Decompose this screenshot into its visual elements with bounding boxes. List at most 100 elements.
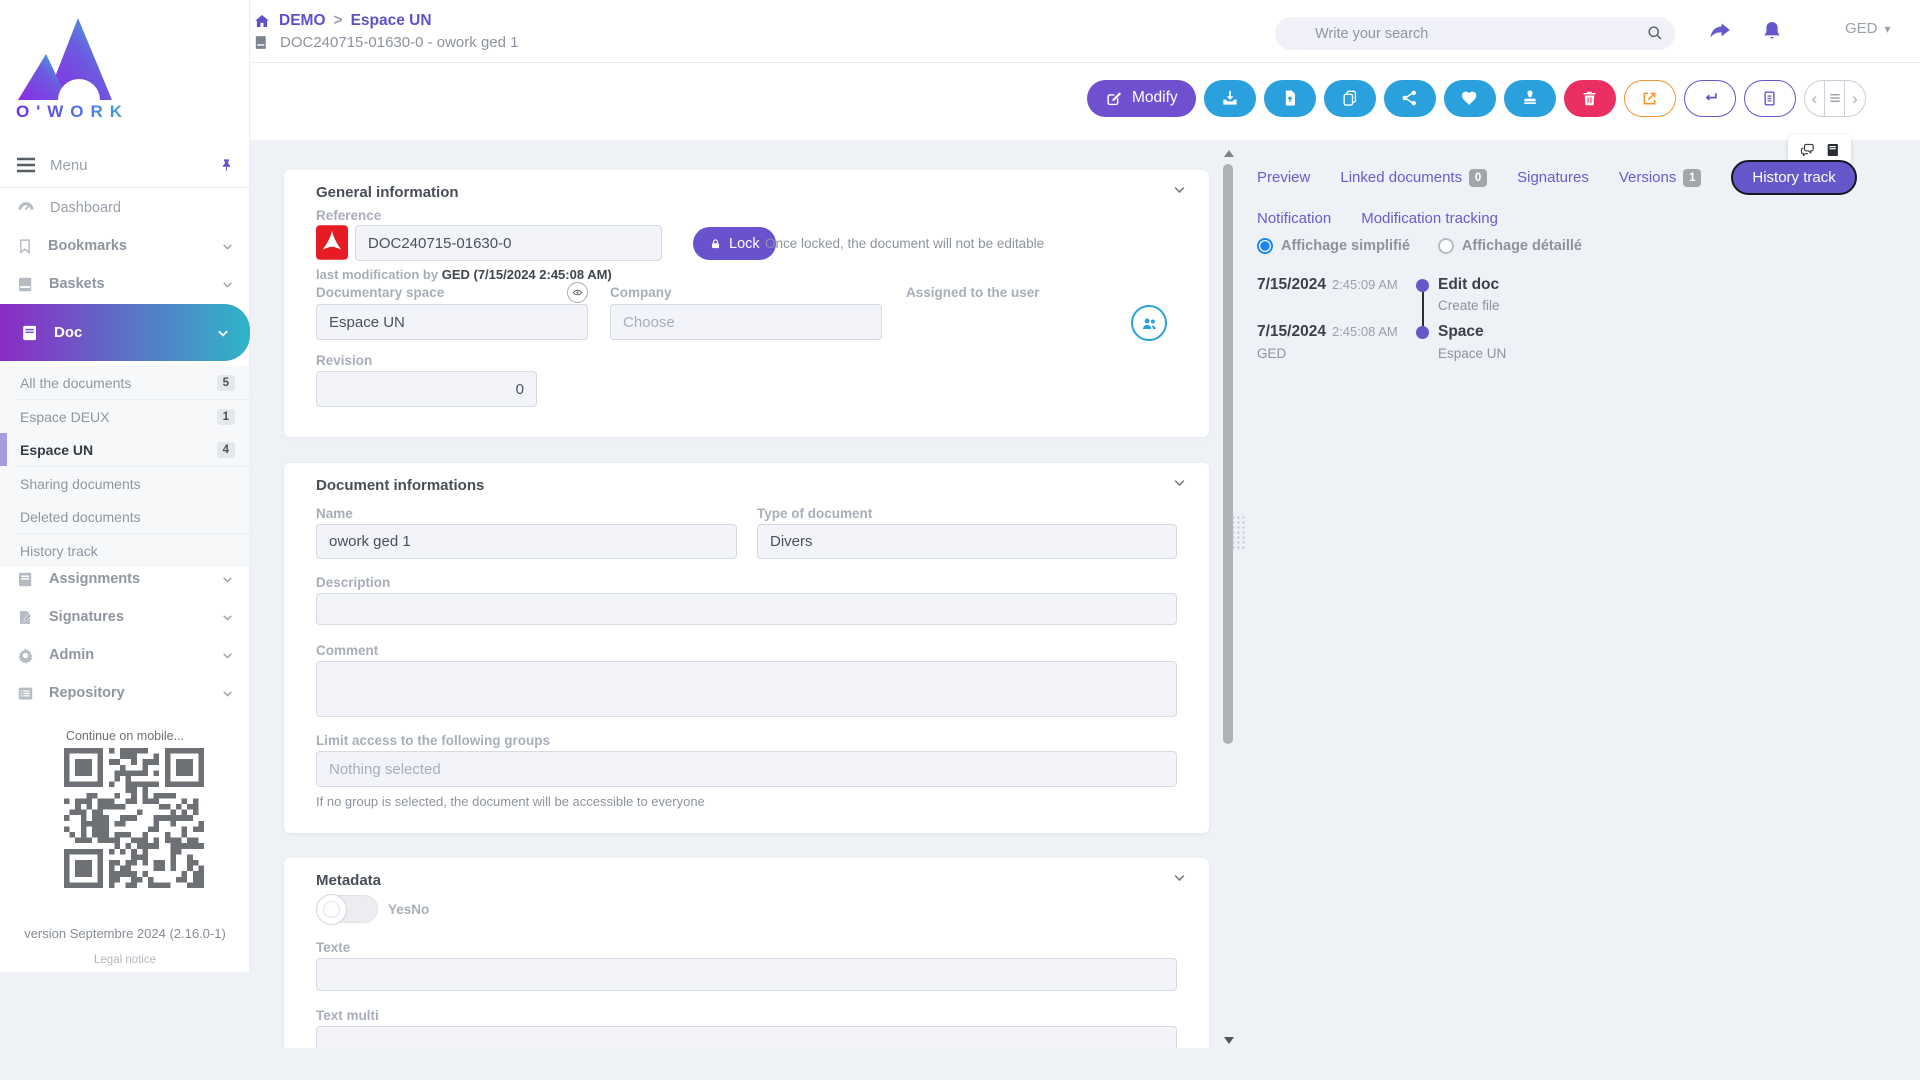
sidebar-subitem-espace-un[interactable]: Espace UN 4 [0, 433, 249, 466]
version-text: version Septembre 2024 (2.16.0-1) [0, 926, 250, 941]
menu-toggle[interactable]: Menu [0, 147, 250, 183]
pager-list-icon[interactable] [1824, 81, 1844, 116]
tab-preview[interactable]: Preview [1257, 169, 1310, 186]
text-multi-label: Text multi [316, 1008, 379, 1023]
sidebar-item-dashboard[interactable]: Dashboard [0, 189, 250, 227]
assign-users-button[interactable] [1131, 305, 1167, 341]
search-icon[interactable] [1645, 23, 1665, 43]
sidebar-item-label: Doc [54, 324, 82, 341]
pdf-icon[interactable] [316, 225, 348, 260]
delete-button[interactable] [1564, 80, 1616, 117]
sidebar-item-bookmarks[interactable]: Bookmarks [0, 227, 250, 265]
subitem-label: Deleted documents [20, 509, 141, 525]
tab-label: History track [1752, 169, 1835, 186]
pin-icon[interactable] [219, 156, 234, 174]
upload-file-button[interactable] [1264, 80, 1316, 117]
sidebar-subitem-sharing-documents[interactable]: Sharing documents [0, 467, 249, 500]
reference-input[interactable] [355, 225, 662, 261]
count-badge: 5 [217, 375, 235, 391]
sidebar-item-assignments[interactable]: Assignments [0, 560, 250, 598]
assigned-user-label: Assigned to the user [906, 285, 1040, 300]
collapse-chevron-icon[interactable] [1172, 182, 1187, 197]
scroll-up-arrow[interactable] [1224, 150, 1234, 157]
yesno-toggle[interactable] [316, 895, 378, 923]
mobile-hint: Continue on mobile... [0, 729, 250, 743]
legal-notice-link[interactable]: Legal notice [0, 954, 250, 966]
panel-resize-handle[interactable] [1231, 515, 1245, 549]
breadcrumb-space[interactable]: Espace UN [351, 12, 432, 30]
tab-modification-tracking[interactable]: Modification tracking [1361, 210, 1498, 227]
groups-select[interactable] [316, 751, 1177, 787]
search-input[interactable] [1315, 26, 1661, 42]
brand-logo[interactable]: O'WORK [16, 12, 156, 122]
bell-icon[interactable] [1755, 14, 1789, 48]
comment-textarea[interactable] [316, 661, 1177, 717]
sidebar-item-admin[interactable]: Admin [0, 636, 250, 674]
description-input[interactable] [316, 593, 1177, 625]
chat-icon[interactable] [1797, 141, 1818, 159]
card-title: Metadata [316, 872, 381, 889]
list-box-icon [16, 684, 35, 703]
radio-affichage-detaille[interactable]: Affichage détaillé [1438, 238, 1582, 254]
breadcrumb-root[interactable]: DEMO [279, 12, 326, 30]
sidebar-subitem-all-documents[interactable]: All the documents 5 [0, 366, 249, 399]
collapse-chevron-icon[interactable] [1172, 475, 1187, 490]
download-button[interactable] [1204, 80, 1256, 117]
pager-prev-icon[interactable]: ‹ [1805, 81, 1824, 116]
sidebar-item-signatures[interactable]: Signatures [0, 598, 250, 636]
type-label: Type of document [757, 506, 872, 521]
sidebar-item-label: Bookmarks [48, 238, 127, 254]
text-multi-textarea[interactable] [316, 1026, 1177, 1048]
general-information-card: General information Reference Lock Once … [284, 170, 1209, 437]
sidebar-item-repository[interactable]: Repository [0, 674, 250, 712]
sidebar: O'WORK Menu Dashboard Bookmarks Baskets [0, 0, 250, 972]
document-title: DOC240715-01630-0 - owork ged 1 [280, 34, 518, 51]
tab-label: Linked documents [1340, 169, 1462, 186]
company-input[interactable] [610, 304, 882, 340]
sidebar-subitem-espace-deux[interactable]: Espace DEUX 1 [0, 400, 249, 433]
collapse-chevron-icon[interactable] [1172, 870, 1187, 885]
pager-next-icon[interactable]: › [1844, 81, 1864, 116]
reader-icon[interactable] [1825, 141, 1842, 159]
tab-history-track[interactable]: History track [1731, 160, 1856, 195]
radio-affichage-simplifie[interactable]: Affichage simplifié [1257, 238, 1410, 254]
tab-notification[interactable]: Notification [1257, 210, 1331, 227]
favorite-button[interactable] [1444, 80, 1496, 117]
type-of-document-input[interactable] [757, 524, 1177, 559]
sidebar-item-label: Baskets [49, 276, 105, 292]
lock-button[interactable]: Lock [693, 227, 776, 260]
file-details-button[interactable] [1744, 80, 1796, 117]
tab-linked-documents[interactable]: Linked documents 0 [1340, 169, 1487, 187]
stamp-button[interactable] [1504, 80, 1556, 117]
return-button[interactable] [1684, 80, 1736, 117]
scrollbar-thumb[interactable] [1223, 164, 1233, 744]
tab-versions[interactable]: Versions 1 [1619, 169, 1702, 187]
sidebar-item-doc[interactable]: Doc [0, 304, 250, 361]
share-button[interactable] [1384, 80, 1436, 117]
revision-input[interactable] [316, 371, 537, 407]
scroll-down-arrow[interactable] [1224, 1037, 1234, 1044]
name-input[interactable] [316, 524, 737, 559]
user-menu[interactable]: GED ▾ [1845, 20, 1891, 37]
brand-name: O'WORK [16, 102, 156, 122]
texte-input[interactable] [316, 958, 1177, 991]
tab-signatures[interactable]: Signatures [1517, 169, 1589, 186]
lock-label: Lock [729, 236, 760, 252]
yesno-label: YesNo [388, 902, 429, 917]
home-icon[interactable] [253, 12, 271, 30]
modify-button[interactable]: Modify [1087, 80, 1196, 117]
open-external-button[interactable] [1624, 80, 1676, 117]
sidebar-subitem-deleted-documents[interactable]: Deleted documents [0, 500, 249, 533]
history-entry-date: 7/15/20242:45:09 AM [1257, 276, 1398, 294]
breadcrumb: DEMO > Espace UN [253, 10, 432, 32]
app-screen: DEMO > Espace UN DOC240715-01630-0 - owo… [0, 0, 1920, 1080]
history-entry-detail: Create file [1438, 298, 1500, 313]
documentary-space-input[interactable] [316, 304, 588, 340]
copy-button[interactable] [1324, 80, 1376, 117]
radio-label: Affichage simplifié [1281, 238, 1410, 254]
eye-icon[interactable] [567, 282, 588, 303]
sidebar-item-baskets[interactable]: Baskets [0, 265, 250, 303]
versions-count-badge: 1 [1683, 169, 1701, 187]
forward-icon[interactable] [1703, 14, 1737, 48]
breadcrumb-separator: > [334, 12, 343, 30]
